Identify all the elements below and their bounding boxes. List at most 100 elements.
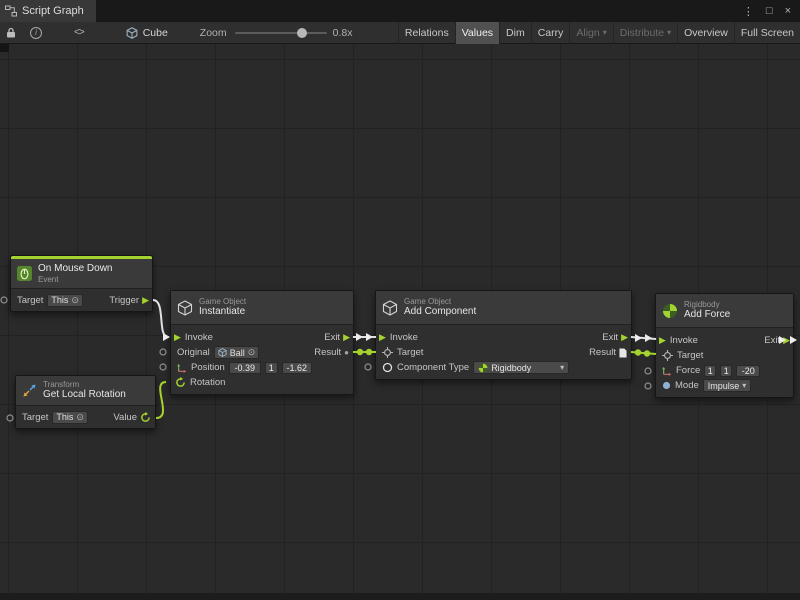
tab-script-graph[interactable]: Script Graph [0,0,96,22]
target-value-chip[interactable]: This ⊙ [52,411,88,424]
graph-canvas[interactable]: On Mouse Down Event Target This ⊙ Trigge… [0,44,800,600]
tab-label: Script Graph [22,5,84,17]
port-row: Target Result [376,345,631,360]
document-result-icon[interactable] [619,348,627,358]
object-picker-icon[interactable]: ⊙ [248,347,256,358]
position-port-label: Position [191,362,225,373]
graph-toolbar: i <> Cube Zoom 0.8x Relations Values Dim… [0,22,800,44]
lock-icon[interactable] [0,22,22,44]
node-on-mouse-down[interactable]: On Mouse Down Event Target This ⊙ Trigge… [10,255,153,312]
align-label: Align [576,27,599,39]
original-value-chip[interactable]: Ball ⊙ [214,346,260,359]
zoom-slider-handle[interactable] [297,28,307,38]
target-value-chip[interactable]: This ⊙ [47,294,83,307]
invoke-port-label: Invoke [670,335,698,346]
zoom-slider[interactable] [235,22,327,44]
original-value: Ball [230,348,245,358]
relations-button[interactable]: Relations [398,22,455,44]
port-row: Force 1 1 -20 [656,363,793,378]
invoke-port-icon[interactable]: ▶ [174,333,181,342]
position-y-field[interactable]: 1 [265,362,278,374]
crosshair-icon [662,350,673,361]
value-port-label: Value [113,412,137,423]
exit-port-icon[interactable]: ▶ [783,336,790,345]
force-y-field[interactable]: 1 [720,365,732,377]
node-instantiate[interactable]: Game Object Instantiate ▶ Invoke Exit ▶ … [170,290,354,395]
chevron-down-icon: ▾ [667,28,671,37]
node-title: Add Component [404,306,476,318]
close-icon[interactable]: × [785,5,791,17]
canvas-bottom-edge [0,593,800,600]
chevron-down-icon: ▾ [560,363,564,372]
titlebar: Script Graph ⋮ □ × [0,0,800,22]
distribute-label: Distribute [620,27,664,39]
exit-port-icon[interactable]: ▶ [621,333,628,342]
target-value: This [56,412,73,422]
trigger-port-label: Trigger [109,295,139,306]
object-picker-icon[interactable]: ⊙ [71,295,79,306]
toolbar-buttons: Relations Values Dim Carry Align ▾ Distr… [398,22,800,44]
align-button[interactable]: Align ▾ [569,22,612,44]
target-port-label: Target [677,350,703,361]
force-x-field[interactable]: 1 [704,365,716,377]
transform-icon [22,383,37,398]
rigidbody-icon [478,363,488,373]
graph-reference[interactable]: Cube [126,27,168,39]
port-row: Component Type Rigidbody ▾ [376,360,631,375]
exit-port-icon[interactable]: ▶ [343,333,350,342]
chevron-down-icon: ▾ [603,28,607,37]
vector3-icon [177,363,187,373]
component-type-dropdown[interactable]: Rigidbody ▾ [473,361,569,374]
force-mode-dropdown[interactable]: Impulse ▾ [703,379,752,392]
original-port-label: Original [177,347,210,358]
invoke-port-icon[interactable]: ▶ [659,336,666,345]
force-port-label: Force [676,365,700,376]
node-category: Game Object [404,297,476,307]
overview-button[interactable]: Overview [677,22,734,44]
distribute-button[interactable]: Distribute ▾ [613,22,677,44]
quaternion-port-icon[interactable] [140,412,151,423]
port-row: Target [656,348,793,363]
position-x-field[interactable]: -0.39 [229,362,261,374]
carry-button[interactable]: Carry [531,22,570,44]
quaternion-port-icon[interactable] [175,377,186,388]
code-icon[interactable]: <> [74,27,84,38]
node-get-local-rotation[interactable]: Transform Get Local Rotation Target This… [15,375,156,429]
kebab-menu-icon[interactable]: ⋮ [743,5,754,18]
node-header: Transform Get Local Rotation [16,376,155,406]
info-icon[interactable]: i [30,27,42,39]
force-z-field[interactable]: -20 [736,365,760,377]
chevron-down-icon: ▾ [742,381,746,390]
node-title: On Mouse Down [38,263,112,275]
mode-value: Impulse [708,381,740,391]
exit-port-label: Exit [764,335,780,346]
node-title: Add Force [684,309,730,321]
result-port-label: Result [314,347,341,358]
maximize-icon[interactable]: □ [766,5,773,17]
result-port-icon[interactable]: ● [344,348,349,357]
vector3-icon [662,366,672,376]
trigger-port-icon[interactable]: ▶ [142,296,149,305]
mouse-event-icon [17,266,32,281]
port-row: Target This ⊙ Value [16,407,155,427]
component-type-value: Rigidbody [491,363,531,373]
zoom-value: 0.8x [333,27,353,39]
object-picker-icon[interactable]: ⊙ [76,412,84,423]
invoke-port-icon[interactable]: ▶ [379,333,386,342]
port-row: Target This ⊙ Trigger ▶ [11,290,152,310]
node-subtitle: Event [38,275,112,285]
target-port-label: Target [17,295,43,306]
node-category: Rigidbody [684,300,730,310]
dim-button[interactable]: Dim [499,22,531,44]
position-z-field[interactable]: -1.62 [282,362,312,374]
node-category: Game Object [199,297,246,307]
target-value: This [51,295,68,305]
result-port-label: Result [589,347,616,358]
node-header: Game Object Instantiate [171,291,353,325]
fullscreen-button[interactable]: Full Screen [734,22,800,44]
node-title: Get Local Rotation [43,389,126,401]
node-add-force[interactable]: Rigidbody Add Force ▶ Invoke Exit ▶ Targ… [655,293,794,398]
rigidbody-icon [662,303,678,319]
node-add-component[interactable]: Game Object Add Component ▶ Invoke Exit … [375,290,632,380]
values-button[interactable]: Values [455,22,499,44]
